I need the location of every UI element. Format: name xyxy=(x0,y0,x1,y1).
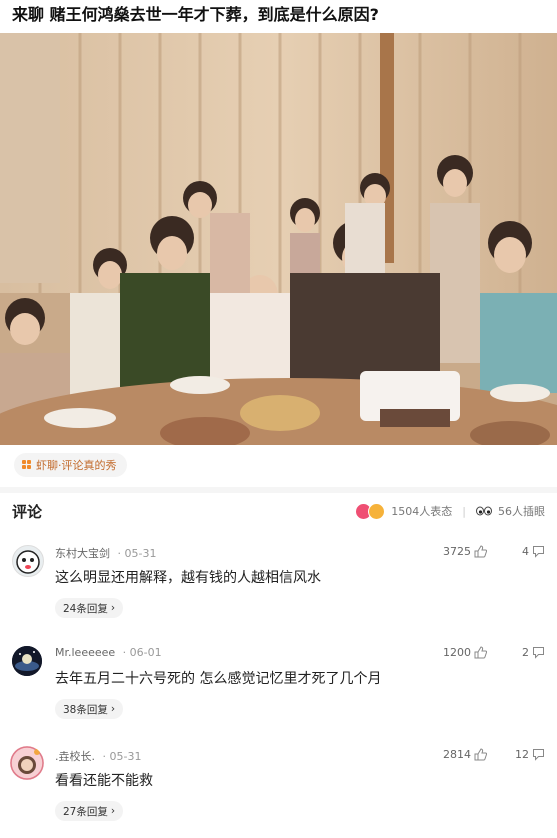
dislike-count: 12 xyxy=(515,748,529,761)
replies-button[interactable]: 38条回复 › xyxy=(55,699,124,719)
avatar[interactable] xyxy=(12,646,42,676)
like-button[interactable]: 3725 xyxy=(443,545,487,558)
post-photo[interactable] xyxy=(0,33,557,445)
comments-title: 评论 xyxy=(12,502,43,521)
dislike-button[interactable]: 2 xyxy=(522,646,545,659)
comment-meta: Mr.leeeeee · 06-01 xyxy=(55,646,162,659)
post-title: 来聊 赌王何鸿燊去世一年才下葬，到底是什么原因? xyxy=(12,5,379,24)
topic-tag[interactable]: 虾聊·评论真的秀 xyxy=(14,453,127,477)
like-button[interactable]: 1200 xyxy=(443,646,487,659)
comment-text: 看看还能不能救 xyxy=(55,773,153,789)
comment-meta: 东村大宝剑 · 05-31 xyxy=(55,545,156,561)
eyes-icon xyxy=(476,506,492,516)
comments-header: 评论 1504人表态 | 56人插眼 xyxy=(0,497,557,525)
like-count: 3725 xyxy=(443,545,471,558)
section-divider xyxy=(0,487,557,493)
inserted-count[interactable]: 56人插眼 xyxy=(498,503,545,519)
comment-item: 东村大宝剑 · 05-31 3725 4 这么明显还用解释，越有钱的人越相信风水… xyxy=(0,535,557,635)
comment-date: · 06-01 xyxy=(122,646,162,659)
chevron-right-icon: › xyxy=(110,602,116,614)
avatar[interactable] xyxy=(12,545,44,577)
reaction-emoji-icons xyxy=(355,502,386,520)
dislike-count: 2 xyxy=(522,646,529,659)
comment-date: · 05-31 xyxy=(117,547,157,560)
comment-meta: .垚校长. · 05-31 xyxy=(55,748,141,764)
comment-date: · 05-31 xyxy=(102,750,142,763)
stats-separator: | xyxy=(462,504,466,518)
replies-count: 38条回复 xyxy=(63,703,108,716)
reactions-count[interactable]: 1504人表态 xyxy=(391,503,452,519)
like-button[interactable]: 2814 xyxy=(443,748,487,761)
shrimp-chat-icon xyxy=(22,460,32,470)
dislike-button[interactable]: 12 xyxy=(515,748,545,761)
dislike-button[interactable]: 4 xyxy=(522,545,545,558)
comment-username[interactable]: Mr.leeeeee xyxy=(55,646,115,659)
comment-username[interactable]: .垚校长. xyxy=(55,750,95,763)
thumbs-up-icon xyxy=(474,748,487,761)
thumbs-up-icon xyxy=(474,545,487,558)
like-count: 2814 xyxy=(443,748,471,761)
comment-item: Mr.leeeeee · 06-01 1200 2 去年五月二十六号死的 怎么感… xyxy=(0,636,557,736)
avatar[interactable] xyxy=(10,746,44,780)
replies-button[interactable]: 24条回复 › xyxy=(55,598,124,618)
chevron-right-icon: › xyxy=(110,805,116,817)
comment-username[interactable]: 东村大宝剑 xyxy=(55,547,110,560)
like-count: 1200 xyxy=(443,646,471,659)
comment-icon xyxy=(533,749,544,761)
chevron-right-icon: › xyxy=(110,703,116,715)
comments-stats: 1504人表态 | 56人插眼 xyxy=(355,502,545,520)
replies-count: 24条回复 xyxy=(63,602,108,615)
comment-text: 去年五月二十六号死的 怎么感觉记忆里才死了几个月 xyxy=(55,671,382,687)
replies-count: 27条回复 xyxy=(63,805,108,818)
thumbs-up-icon xyxy=(474,646,487,659)
dislike-count: 4 xyxy=(522,545,529,558)
topic-tag-label: 虾聊·评论真的秀 xyxy=(36,459,117,472)
replies-button[interactable]: 27条回复 › xyxy=(55,801,124,821)
comment-icon xyxy=(533,647,544,659)
comment-text: 这么明显还用解释，越有钱的人越相信风水 xyxy=(55,570,321,586)
comment-icon xyxy=(533,546,544,558)
comment-item: .垚校长. · 05-31 2814 12 看看还能不能救 27条回复 › xyxy=(0,738,557,838)
